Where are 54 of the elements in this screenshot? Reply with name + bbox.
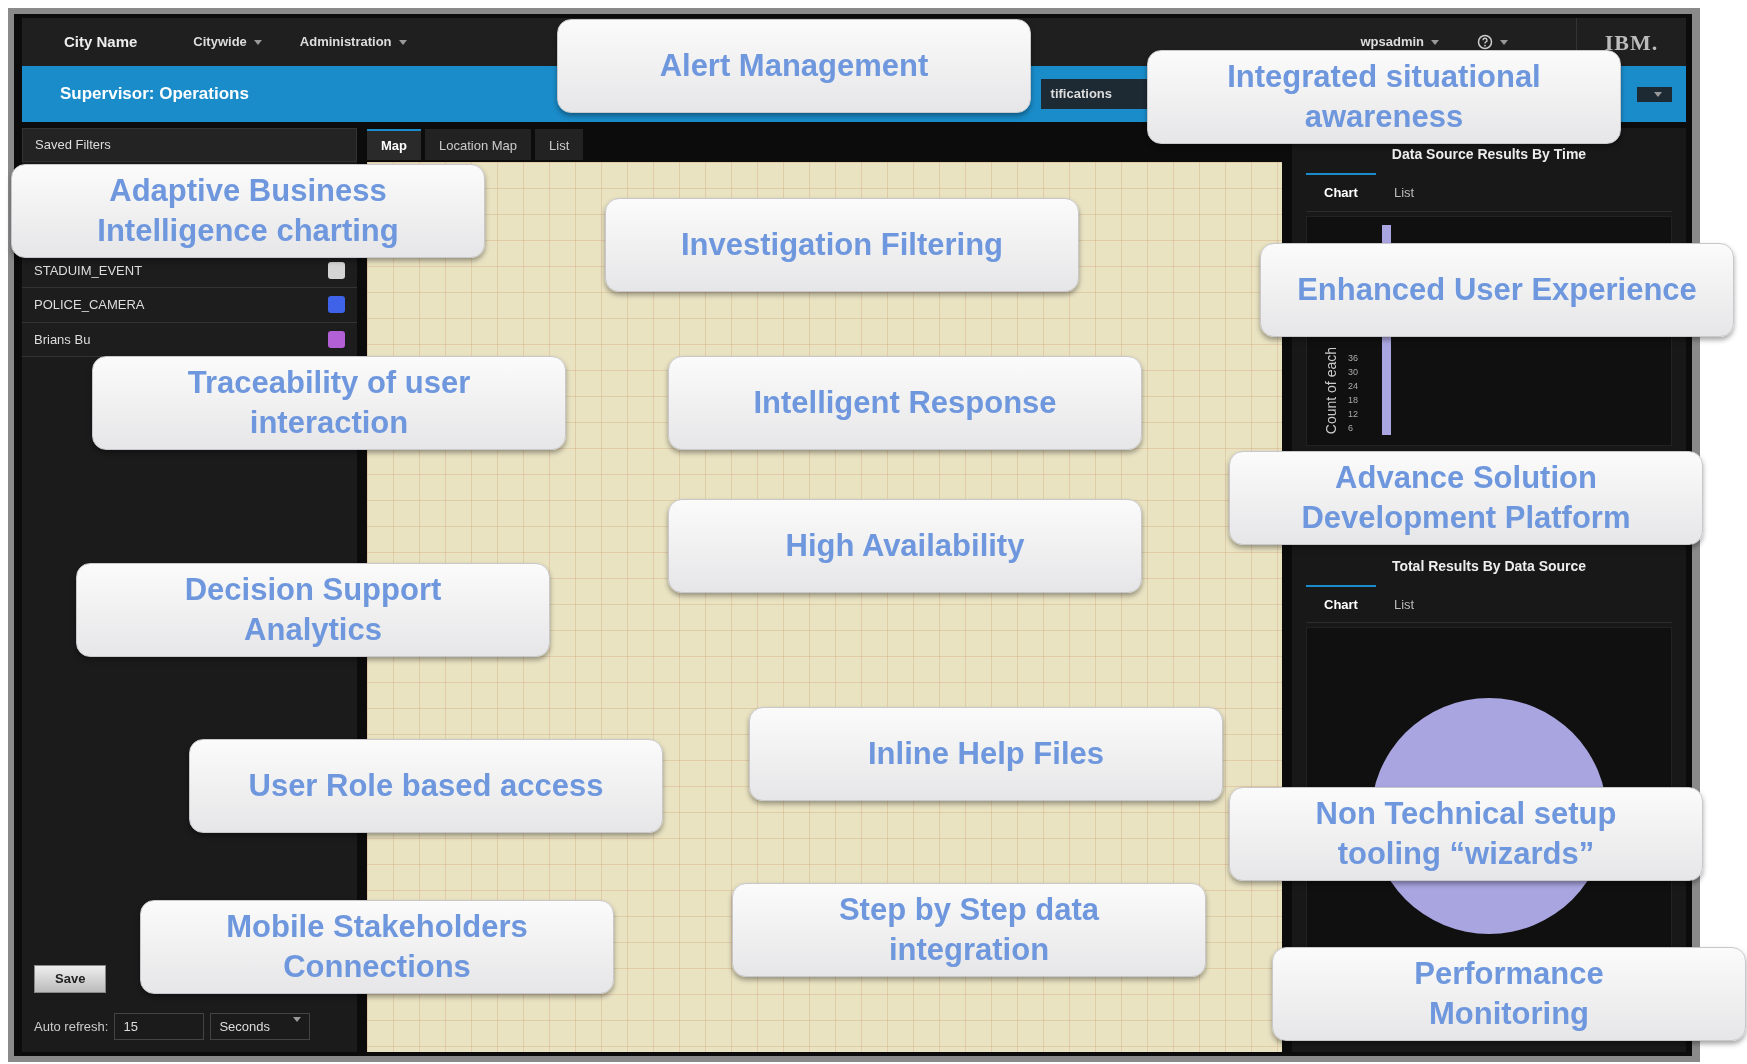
callout-tooltip: Inline Help Files	[749, 707, 1223, 801]
page-title: Supervisor: Operations	[60, 83, 249, 106]
tick-label: 24	[1348, 379, 1358, 393]
callout-tooltip: User Role based access	[189, 739, 663, 833]
chart-tab[interactable]: Chart	[1306, 173, 1376, 211]
panel-title: Data Source Results By Time	[1390, 145, 1588, 164]
menu-button[interactable]: Citywide	[193, 32, 262, 52]
callout-tooltip: High Availability	[668, 499, 1142, 593]
panel-header: Saved Filters	[22, 128, 357, 162]
filter-label: Brians Bu	[34, 330, 91, 349]
map-tab[interactable]: Location Map	[425, 128, 532, 160]
callout-tooltip: Investigation Filtering	[605, 198, 1079, 292]
map-tab[interactable]: List	[535, 128, 584, 160]
tick-label: 36	[1348, 351, 1358, 365]
help-icon	[1477, 34, 1493, 50]
callout-tooltip: Alert Management	[557, 19, 1031, 113]
save-button[interactable]: Save	[34, 965, 107, 993]
caret-icon	[293, 1016, 302, 1022]
callout-tooltip: Non Technical setup tooling “wizards”	[1229, 787, 1703, 881]
user-menu[interactable]: wpsadmin	[1360, 32, 1439, 52]
chart-tab[interactable]: List	[1375, 173, 1433, 211]
callout-tooltip: Integrated situational awareness	[1147, 50, 1621, 144]
caret-icon	[398, 40, 407, 46]
callout-tooltip: Advance Solution Development Platform	[1229, 451, 1703, 545]
tick-label: 6	[1348, 421, 1354, 435]
caret-icon	[1431, 40, 1439, 46]
tick-label: 18	[1348, 393, 1358, 407]
map-tab[interactable]: Map	[367, 128, 421, 160]
view-dropdown[interactable]	[1637, 86, 1672, 102]
caret-icon	[253, 40, 262, 46]
callout-tooltip: Adaptive Business Intelligence charting	[11, 164, 485, 258]
chart-tab[interactable]: Chart	[1306, 584, 1376, 622]
menu-button[interactable]: Administration	[299, 32, 407, 52]
filter-label: STADUIM_EVENT	[34, 261, 143, 280]
caret-icon	[1654, 91, 1662, 97]
callout-tooltip: Enhanced User Experience	[1260, 243, 1734, 337]
callout-tooltip: Intelligent Response	[668, 356, 1142, 450]
callout-tooltip: Step by Step data integration	[732, 883, 1206, 977]
tick-label: 12	[1348, 407, 1358, 421]
callout-tooltip: Decision Support Analytics	[76, 563, 550, 657]
auto-refresh-label: Auto refresh:	[34, 1017, 109, 1036]
filter-label: POLICE_CAMERA	[34, 296, 145, 314]
axis-title: Count of each	[1322, 347, 1340, 435]
brand-name: City Name	[64, 31, 138, 52]
callout-tooltip: Traceability of user interaction	[92, 356, 566, 450]
panel-title: Total Results By Data Source	[1390, 556, 1588, 576]
callout-tooltip: Performance Monitoring	[1272, 947, 1746, 1041]
unit-select[interactable]: Seconds	[210, 1012, 311, 1040]
callout-tooltip: Mobile Stakeholders Connections	[140, 900, 614, 994]
chart-tab[interactable]: List	[1375, 584, 1433, 622]
refresh-input[interactable]: 15	[114, 1012, 205, 1040]
help-menu[interactable]	[1477, 34, 1508, 50]
caret-icon	[1500, 39, 1508, 45]
tick-label: 30	[1348, 365, 1358, 379]
